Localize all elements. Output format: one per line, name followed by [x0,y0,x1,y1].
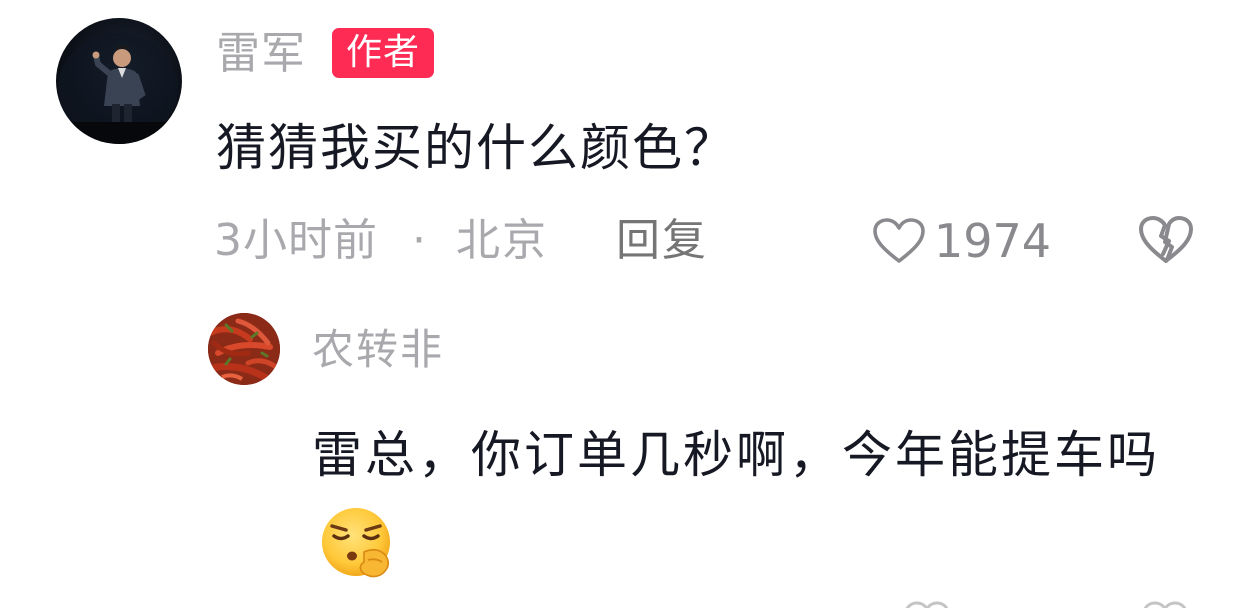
author-name[interactable]: 雷军 [216,26,306,82]
reply-text-content: 雷总，你订单几秒啊，今年能提车吗 [312,426,1160,484]
comment-text: 猜猜我买的什么颜色？ [216,119,736,177]
avatar-chili-image [208,313,280,385]
like-count: 1974 [934,214,1052,268]
reply-text: 雷总，你订单几秒啊，今年能提车吗 [312,408,1172,600]
comment-time: 3小时前 [214,215,378,266]
dislike-button[interactable] [1138,214,1194,266]
heart-outline-icon [905,601,949,608]
comment-location: 北京 [456,215,548,266]
reply-button[interactable]: 回复 [616,212,708,270]
broken-heart-icon [1139,216,1193,263]
like-button[interactable]: 1974 [872,212,1051,270]
broken-heart-icon [1143,601,1187,608]
avatar-presenter-image [56,33,182,144]
reply-author-name[interactable]: 农转非 [312,322,444,378]
comment-thread: 雷军 作者 猜猜我买的什么颜色？ 3小时前 · 北京 回复 1974 农转非 雷… [0,0,1260,608]
author-badge: 作者 [332,28,435,78]
shushing-sly-face-emoji [318,502,398,582]
reply-author-avatar[interactable] [208,313,280,385]
author-avatar[interactable] [56,18,182,144]
meta-separator: · [412,215,426,266]
heart-outline-icon [873,218,925,263]
